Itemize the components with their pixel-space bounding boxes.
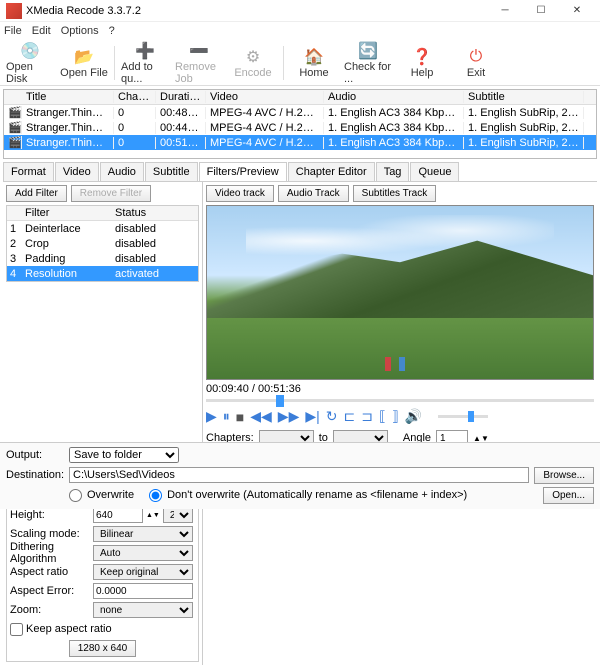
help-button[interactable]: ❓Help [398, 42, 446, 84]
minus-icon: ➖ [189, 41, 209, 61]
zoom-select[interactable]: none [93, 602, 193, 618]
titlebar: XMedia Recode 3.3.7.2 ─ ☐ ✕ [0, 0, 600, 22]
col-chapters[interactable]: Chapters [114, 91, 156, 103]
overwrite-radio[interactable] [69, 489, 82, 502]
tab-format[interactable]: Format [3, 162, 54, 181]
output-mode-select[interactable]: Save to folder [69, 447, 179, 463]
preview-pane [206, 205, 594, 380]
minimize-button[interactable]: ─ [488, 2, 522, 20]
add-filter-button[interactable]: Add Filter [6, 185, 67, 202]
filter-row[interactable]: 4Resolutionactivated [7, 266, 198, 281]
table-row[interactable]: 🎬Stranger.Things...000:44:36MPEG-4 AVC /… [4, 120, 596, 135]
playback-position: 00:09:40 / 00:51:36 [206, 383, 301, 395]
range-out-button[interactable]: ⟧ [392, 408, 399, 425]
loop-button[interactable]: ↻ [326, 408, 338, 425]
range-in-button[interactable]: ⟦ [379, 408, 386, 425]
add-queue-button[interactable]: ➕Add to qu... [121, 42, 169, 84]
dont-overwrite-radio[interactable] [149, 489, 162, 502]
tab-subtitle[interactable]: Subtitle [145, 162, 198, 181]
seek-slider[interactable] [206, 399, 594, 402]
dithering-select[interactable]: Auto [93, 545, 193, 561]
menu-edit[interactable]: Edit [32, 25, 51, 37]
open-file-button[interactable]: 📂Open File [60, 42, 108, 84]
folder-icon: 📂 [74, 47, 94, 67]
tab-queue[interactable]: Queue [410, 162, 459, 181]
mark-out-button[interactable]: ⊐ [361, 408, 373, 425]
table-row[interactable]: 🎬Stranger.Things...000:51:36MPEG-4 AVC /… [4, 135, 596, 150]
pause-button[interactable]: ⏸ [223, 408, 230, 425]
remove-job-button: ➖Remove Job [175, 42, 223, 84]
home-button[interactable]: 🏠Home [290, 42, 338, 84]
plus-icon: ➕ [135, 41, 155, 61]
filter-row[interactable]: 1Deinterlacedisabled [7, 221, 198, 236]
close-button[interactable]: ✕ [560, 2, 594, 20]
rewind-button[interactable]: ◀◀ [250, 408, 272, 425]
gear-icon: ⚙ [243, 47, 263, 67]
height-step-select[interactable]: 2 [163, 507, 193, 523]
resolution-result[interactable]: 1280 x 640 [69, 640, 137, 657]
aspect-error-input[interactable] [93, 583, 193, 599]
open-disk-button[interactable]: 💿Open Disk [6, 42, 54, 84]
home-icon: 🏠 [304, 47, 324, 67]
menu-help[interactable]: ? [109, 25, 115, 37]
help-icon: ❓ [412, 47, 432, 67]
col-title[interactable]: Title [22, 91, 114, 103]
skip-button[interactable]: ▶| [305, 408, 319, 425]
mark-in-button[interactable]: ⊏ [343, 408, 355, 425]
stop-button[interactable]: ■ [236, 409, 244, 425]
scaling-mode-select[interactable]: Bilinear [93, 526, 193, 542]
filter-row[interactable]: 2Cropdisabled [7, 236, 198, 251]
bottom-panel: Output:Save to folder Destination: Brows… [0, 442, 600, 509]
tab-filterspreview[interactable]: Filters/Preview [199, 162, 287, 181]
file-grid[interactable]: Title Chapters Duration Video Audio Subt… [3, 89, 597, 159]
menubar: File Edit Options ? [0, 22, 600, 40]
forward-button[interactable]: ▶▶ [278, 408, 300, 425]
window-title: XMedia Recode 3.3.7.2 [26, 5, 488, 17]
tab-chaptereditor[interactable]: Chapter Editor [288, 162, 375, 181]
remove-filter-button: Remove Filter [71, 185, 151, 202]
browse-button[interactable]: Browse... [534, 467, 594, 484]
filter-row[interactable]: 3Paddingdisabled [7, 251, 198, 266]
video-track-button[interactable]: Video track [206, 185, 274, 202]
filter-grid[interactable]: FilterStatus 1Deinterlacedisabled2Cropdi… [6, 205, 199, 282]
volume-slider[interactable] [438, 415, 488, 418]
encode-button: ⚙Encode [229, 42, 277, 84]
aspect-ratio-select[interactable]: Keep original [93, 564, 193, 580]
col-video[interactable]: Video [206, 91, 324, 103]
tabstrip: FormatVideoAudioSubtitleFilters/PreviewC… [3, 162, 597, 181]
playback-controls: ▶ ⏸ ■ ◀◀ ▶▶ ▶| ↻ ⊏ ⊐ ⟦ ⟧ 🔊 [206, 408, 594, 425]
col-duration[interactable]: Duration [156, 91, 206, 103]
destination-input[interactable] [69, 467, 529, 483]
col-subtitle[interactable]: Subtitle [464, 91, 584, 103]
disk-icon: 💿 [20, 41, 40, 61]
volume-icon[interactable]: 🔊 [405, 408, 422, 425]
app-icon [6, 3, 22, 19]
tab-audio[interactable]: Audio [100, 162, 144, 181]
check-updates-button[interactable]: 🔄Check for ... [344, 42, 392, 84]
maximize-button[interactable]: ☐ [524, 2, 558, 20]
table-row[interactable]: 🎬Stranger.Things...000:48:16MPEG-4 AVC /… [4, 105, 596, 120]
subtitles-track-button[interactable]: Subtitles Track [353, 185, 437, 202]
col-audio[interactable]: Audio [324, 91, 464, 103]
menu-file[interactable]: File [4, 25, 22, 37]
audio-track-button[interactable]: Audio Track [278, 185, 349, 202]
tab-video[interactable]: Video [55, 162, 99, 181]
keep-aspect-checkbox[interactable] [10, 623, 23, 636]
exit-button[interactable]: ⏻Exit [452, 42, 500, 84]
play-button[interactable]: ▶ [206, 408, 217, 425]
menu-options[interactable]: Options [61, 25, 99, 37]
refresh-icon: 🔄 [358, 41, 378, 61]
power-icon: ⏻ [466, 47, 486, 67]
toolbar: 💿Open Disk 📂Open File ➕Add to qu... ➖Rem… [0, 40, 600, 86]
height-input[interactable] [93, 507, 143, 523]
tab-tag[interactable]: Tag [376, 162, 410, 181]
open-button[interactable]: Open... [543, 487, 594, 504]
